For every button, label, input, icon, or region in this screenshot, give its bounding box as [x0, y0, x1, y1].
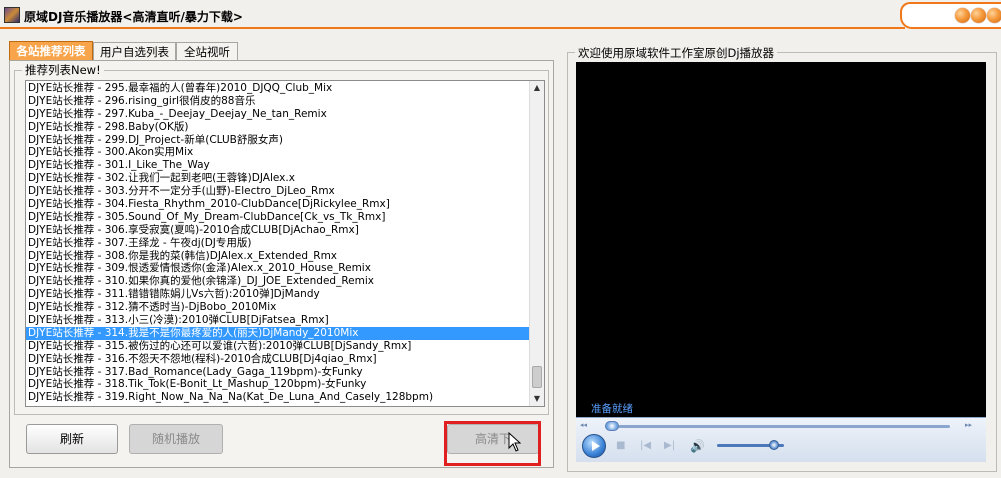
- volume-thumb[interactable]: [768, 440, 779, 450]
- list-item[interactable]: DJYE站长推荐 - 302.让我们一起到老吧(王蓉锋)DJAlex.x: [26, 172, 531, 185]
- list-item[interactable]: DJYE站长推荐 - 311.错错错陈娟儿Vs六哲):2010弹]DjMandy: [26, 288, 531, 301]
- close-button[interactable]: [987, 8, 1001, 23]
- video-area[interactable]: [576, 62, 986, 417]
- scroll-down-arrow-icon[interactable]: ▼: [530, 392, 544, 406]
- minimize-button[interactable]: [955, 8, 970, 23]
- list-item[interactable]: DJYE站长推荐 - 300.Akon实用Mix: [26, 146, 531, 159]
- app-icon: [4, 7, 20, 23]
- list-item[interactable]: DJYE站长推荐 - 297.Kuba_-_Deejay_Deejay_Ne_t…: [26, 108, 531, 121]
- title-accent-line: [0, 27, 905, 29]
- download-highlight-box: [444, 421, 541, 466]
- list-item[interactable]: DJYE站长推荐 - 312.猜不透时当)-DjBobo_2010Mix: [26, 301, 531, 314]
- list-item[interactable]: DJYE站长推荐 - 307.王绎龙 - 午夜dj(DJ专用版): [26, 237, 531, 250]
- list-item[interactable]: DJYE站长推荐 - 305.Sound_Of_My_Dream-ClubDan…: [26, 211, 531, 224]
- tab-site-recommend[interactable]: 各站推荐列表: [9, 41, 93, 61]
- seek-right-indicator: ▸▸: [965, 421, 973, 429]
- recommend-group-label: 推荐列表New!: [22, 62, 104, 78]
- list-item[interactable]: DJYE站长推荐 - 319.Right_Now_Na_Na_Na(Kat_De…: [26, 391, 531, 404]
- list-item[interactable]: DJYE站长推荐 - 309.恨透爱情恨透你(金泽)Alex.x_2010_Ho…: [26, 262, 531, 275]
- random-play-button[interactable]: 随机播放: [129, 424, 223, 454]
- list-item[interactable]: DJYE站长推荐 - 315.被伤过的心还可以爱谁(六哲):2010弹CLUB[…: [26, 340, 531, 353]
- tab-user-list[interactable]: 用户自选列表: [93, 42, 176, 61]
- list-item[interactable]: DJYE站长推荐 - 310.如果你真的爱他(余锦泽)_DJ_JOE_Exten…: [26, 275, 531, 288]
- list-item[interactable]: DJYE站长推荐 - 314.我是不是你最疼爱的人(丽天)DjMandy_201…: [26, 326, 531, 340]
- seek-left-indicator: ◂◂: [580, 421, 588, 429]
- playlist[interactable]: DJYE站长推荐 - 295.最幸福的人(曾春年)2010_DJQQ_Club_…: [25, 80, 545, 407]
- refresh-button[interactable]: 刷新: [26, 424, 118, 454]
- player-status: 准备就绪: [591, 403, 633, 415]
- list-item[interactable]: DJYE站长推荐 - 304.Fiesta_Rhythm_2010-ClubDa…: [26, 198, 531, 211]
- previous-icon[interactable]: |◀: [640, 440, 651, 451]
- title-bar: 原域DJ音乐播放器<高清直听/暴力下载>: [0, 0, 1001, 30]
- list-item[interactable]: DJYE站长推荐 - 303.分开不一定分手(山野)-Electro_DjLeo…: [26, 185, 531, 198]
- seek-thumb[interactable]: [605, 421, 619, 431]
- list-item[interactable]: DJYE站长推荐 - 296.rising_girl很俏皮的88音乐: [26, 95, 531, 108]
- mouse-cursor-icon: [508, 432, 522, 452]
- list-item[interactable]: DJYE站长推荐 - 301.I_Like_The_Way: [26, 159, 531, 172]
- list-item[interactable]: DJYE站长推荐 - 306.享受寂寞(夏鸣)-2010合成CLUB[DjAch…: [26, 224, 531, 237]
- list-item[interactable]: DJYE站长推荐 - 298.Baby(OK版): [26, 121, 531, 134]
- list-item[interactable]: DJYE站长推荐 - 317.Bad_Romance(Lady_Gaga_119…: [26, 366, 531, 379]
- player-group-label: 欢迎使用原域软件工作室原创Dj播放器: [575, 45, 778, 61]
- next-icon[interactable]: ▶|: [664, 440, 675, 451]
- play-button[interactable]: [582, 434, 606, 458]
- seek-bar[interactable]: [605, 425, 950, 428]
- window-title: 原域DJ音乐播放器<高清直听/暴力下载>: [24, 10, 243, 24]
- volume-icon[interactable]: 🔊: [690, 439, 705, 453]
- list-item[interactable]: DJYE站长推荐 - 318.Tik_Tok(E-Bonit_Lt_Mashup…: [26, 378, 531, 391]
- maximize-button[interactable]: [971, 8, 986, 23]
- list-item[interactable]: DJYE站长推荐 - 295.最幸福的人(曾春年)2010_DJQQ_Club_…: [26, 82, 531, 95]
- list-item[interactable]: DJYE站长推荐 - 313.小三(冷漠):2010弹CLUB[DjFatsea…: [26, 314, 531, 327]
- scroll-up-arrow-icon[interactable]: ▲: [530, 81, 544, 95]
- player-controls: [576, 417, 986, 462]
- stop-icon[interactable]: ■: [616, 440, 625, 451]
- scroll-thumb[interactable]: [532, 366, 542, 388]
- list-item[interactable]: DJYE站长推荐 - 316.不怨天不怨地(程科)-2010合成CLUB[Dj4…: [26, 353, 531, 366]
- list-item[interactable]: DJYE站长推荐 - 299.DJ_Project-新单(CLUB舒服女声): [26, 134, 531, 147]
- tab-site-view[interactable]: 全站视听: [176, 42, 238, 61]
- playlist-scrollbar[interactable]: ▲ ▼: [529, 81, 544, 406]
- list-item[interactable]: DJYE站长推荐 - 308.你是我的菜(韩信)DJAlex.x_Extende…: [26, 250, 531, 263]
